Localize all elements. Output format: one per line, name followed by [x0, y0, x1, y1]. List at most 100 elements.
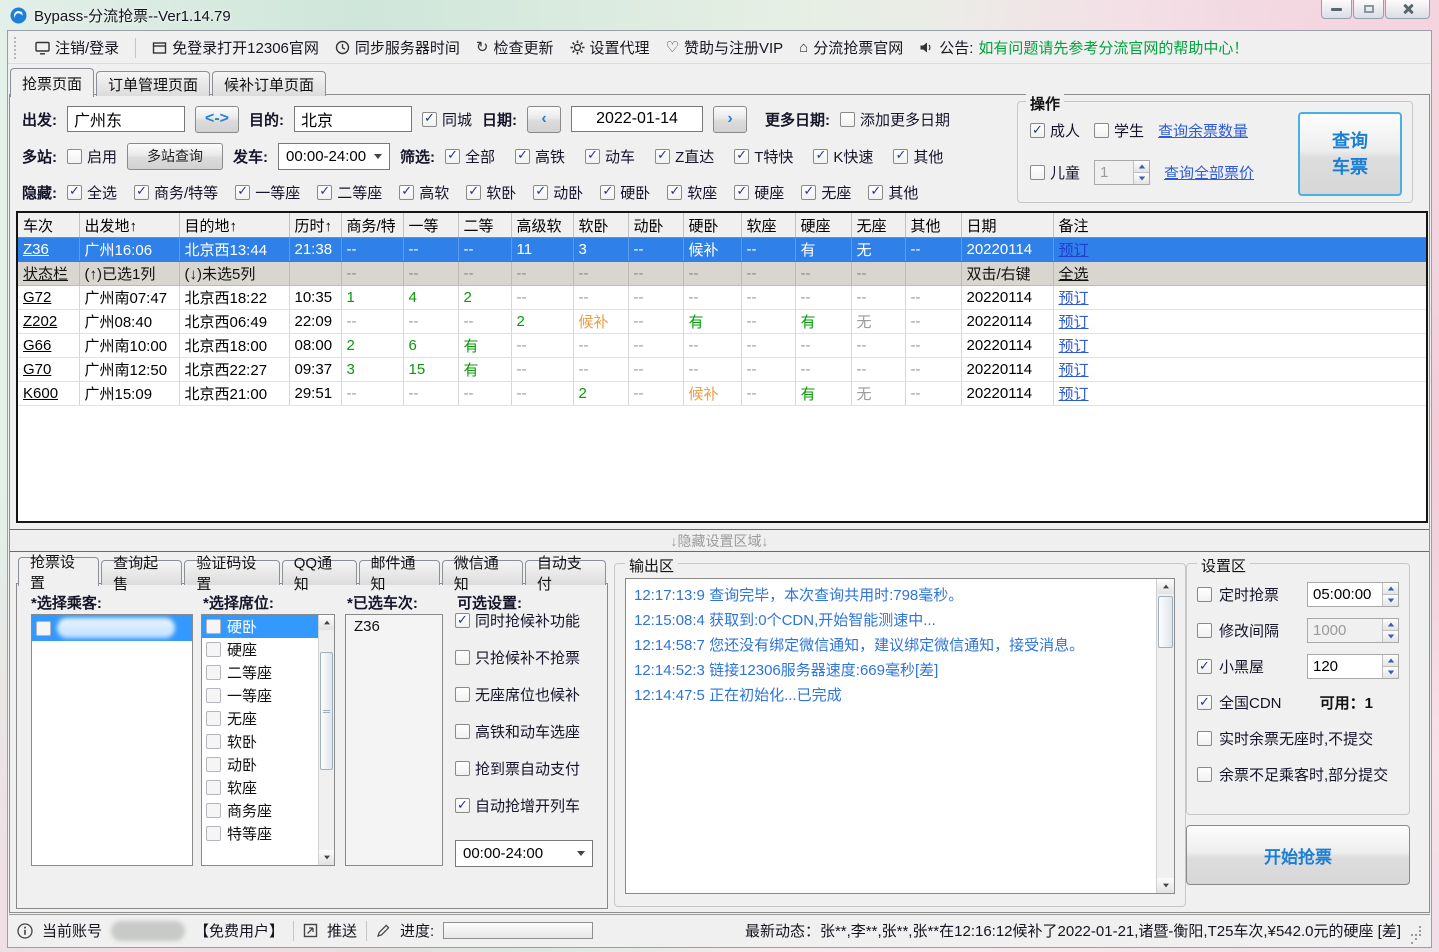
hide-checkbox[interactable]: 一等座: [235, 182, 300, 203]
tab-wechat-notify[interactable]: 微信通知: [442, 560, 523, 585]
grab-option-checkbox[interactable]: 同时抢候补功能: [455, 610, 580, 631]
child-checkbox[interactable]: 儿童: [1030, 162, 1080, 183]
hide-checkbox[interactable]: 硬卧: [600, 182, 650, 203]
hide-checkbox[interactable]: 软座: [667, 182, 717, 203]
seat-option[interactable]: 一等座: [202, 684, 319, 707]
dest-input[interactable]: [294, 106, 412, 132]
hide-checkbox[interactable]: 商务/特等: [134, 182, 218, 203]
multi-enable-checkbox[interactable]: 启用: [67, 146, 117, 167]
reserve-link[interactable]: 全选: [1053, 262, 1426, 286]
column-header[interactable]: 目的地↑: [179, 213, 289, 238]
column-header[interactable]: 硬卧: [683, 213, 741, 238]
train-number-link[interactable]: G72: [18, 286, 79, 310]
setting-spinner[interactable]: 1000: [1307, 618, 1399, 643]
train-number-link[interactable]: Z202: [18, 310, 79, 334]
setting-checkbox[interactable]: 余票不足乘客时,部分提交: [1197, 764, 1388, 785]
student-checkbox[interactable]: 学生: [1094, 120, 1144, 141]
reserve-link[interactable]: 预订: [1053, 286, 1426, 310]
tab-auto-pay[interactable]: 自动支付: [525, 560, 606, 585]
train-number-link[interactable]: 状态栏: [18, 262, 79, 286]
hide-checkbox[interactable]: 硬座: [734, 182, 784, 203]
train-row[interactable]: G72广州南07:47北京西18:2210:35142-------------…: [18, 286, 1426, 310]
filter-checkbox[interactable]: 动车: [585, 146, 635, 167]
reserve-link[interactable]: 预订: [1053, 310, 1426, 334]
reserve-link[interactable]: 预订: [1053, 358, 1426, 382]
column-header[interactable]: 车次: [18, 213, 79, 238]
date-input[interactable]: [571, 106, 703, 132]
child-count-spinner[interactable]: 1: [1094, 160, 1150, 185]
train-number-link[interactable]: G66: [18, 334, 79, 358]
seat-option[interactable]: 软卧: [202, 730, 319, 753]
column-header[interactable]: 硬座: [795, 213, 851, 238]
resize-grip[interactable]: [1410, 925, 1422, 937]
filter-checkbox[interactable]: Z直达: [655, 146, 714, 167]
column-header[interactable]: 其他: [905, 213, 961, 238]
output-textarea[interactable]: 12:17:13:9 查询完毕，本次查询共用时:798毫秒。12:15:08:4…: [625, 578, 1175, 894]
depart-time-select[interactable]: 00:00-24:00: [278, 143, 390, 170]
setting-checkbox[interactable]: 实时余票无座时,不提交: [1197, 728, 1373, 749]
scrollbar-thumb[interactable]: [320, 652, 333, 770]
column-header[interactable]: 动卧: [628, 213, 683, 238]
sync-server-time-button[interactable]: 同步服务器时间: [335, 37, 460, 58]
grab-option-checkbox[interactable]: 自动抢增开列车: [455, 795, 580, 816]
grab-option-checkbox[interactable]: 抢到票自动支付: [455, 758, 580, 779]
status-row[interactable]: 状态栏(↑)已选1列(↓)未选5列--------------------双击/…: [18, 262, 1426, 286]
close-button[interactable]: [1385, 0, 1430, 19]
logout-login-button[interactable]: 注销/登录: [35, 37, 119, 58]
scrollbar-thumb[interactable]: [1158, 596, 1173, 648]
seat-option[interactable]: 硬座: [202, 638, 319, 661]
train-number-link[interactable]: Z36: [18, 238, 79, 262]
push-button[interactable]: 推送: [327, 920, 357, 941]
scroll-up-button[interactable]: [1157, 579, 1174, 594]
filter-checkbox[interactable]: 全部: [445, 146, 495, 167]
set-proxy-button[interactable]: 设置代理: [570, 37, 650, 58]
selected-train-item[interactable]: Z36: [346, 615, 442, 638]
prev-date-button[interactable]: ‹: [527, 106, 561, 133]
hide-checkbox[interactable]: 其他: [868, 182, 918, 203]
hide-checkbox[interactable]: 无座: [801, 182, 851, 203]
hide-checkbox[interactable]: 二等座: [317, 182, 382, 203]
spinner-arrows[interactable]: [1133, 161, 1149, 184]
next-date-button[interactable]: ›: [713, 106, 747, 133]
filter-checkbox[interactable]: T特快: [734, 146, 793, 167]
train-row[interactable]: G70广州南12:50北京西22:2709:37315有------------…: [18, 358, 1426, 382]
spinner-arrows[interactable]: [1382, 583, 1398, 606]
official-site-button[interactable]: ⌂ 分流抢票官网: [799, 37, 903, 58]
hide-checkbox[interactable]: 软卧: [466, 182, 516, 203]
grab-option-checkbox[interactable]: 高铁和动车选座: [455, 721, 580, 742]
filter-checkbox[interactable]: 其他: [893, 146, 943, 167]
depart-input[interactable]: [67, 106, 185, 132]
tab-captcha-settings[interactable]: 验证码设置: [184, 560, 279, 585]
output-scrollbar[interactable]: [1156, 579, 1174, 893]
spinner-arrows[interactable]: [1382, 619, 1398, 642]
setting-checkbox[interactable]: 定时抢票: [1197, 584, 1279, 605]
checkbox[interactable]: [36, 621, 51, 636]
scroll-up-button[interactable]: [319, 615, 334, 630]
seat-option[interactable]: 特等座: [202, 822, 319, 845]
start-grab-button[interactable]: 开始抢票: [1186, 825, 1410, 885]
tab-mail-notify[interactable]: 邮件通知: [359, 560, 440, 585]
setting-checkbox[interactable]: 小黑屋: [1197, 656, 1264, 677]
hide-checkbox[interactable]: 全选: [67, 182, 117, 203]
hide-checkbox[interactable]: 动卧: [533, 182, 583, 203]
seat-list-scrollbar[interactable]: [318, 615, 334, 865]
spinner-arrows[interactable]: [1382, 655, 1398, 678]
hide-checkbox[interactable]: 高软: [399, 182, 449, 203]
seat-option[interactable]: 硬卧: [202, 615, 319, 638]
train-number-link[interactable]: K600: [18, 382, 79, 406]
seat-option[interactable]: 软座: [202, 776, 319, 799]
column-header[interactable]: 二等: [458, 213, 511, 238]
add-more-dates-checkbox[interactable]: 添加更多日期: [840, 109, 950, 130]
column-header[interactable]: 商务/特: [341, 213, 403, 238]
passenger-item[interactable]: [32, 615, 192, 641]
train-row[interactable]: G66广州南10:00北京西18:0008:0026有-------------…: [18, 334, 1426, 358]
grab-time-range-select[interactable]: 00:00-24:00: [455, 840, 593, 867]
tab-grab-settings[interactable]: 抢票设置: [18, 557, 99, 586]
query-all-prices-link[interactable]: 查询全部票价: [1164, 162, 1254, 183]
hidden-settings-bar[interactable]: ↓隐藏设置区域↓: [10, 529, 1429, 552]
swap-stations-button[interactable]: <->: [195, 106, 239, 133]
column-header[interactable]: 无座: [851, 213, 905, 238]
tab-waitlist-orders[interactable]: 候补订单页面: [212, 71, 326, 96]
column-header[interactable]: 备注: [1053, 213, 1426, 238]
grab-option-checkbox[interactable]: 只抢候补不抢票: [455, 647, 580, 668]
